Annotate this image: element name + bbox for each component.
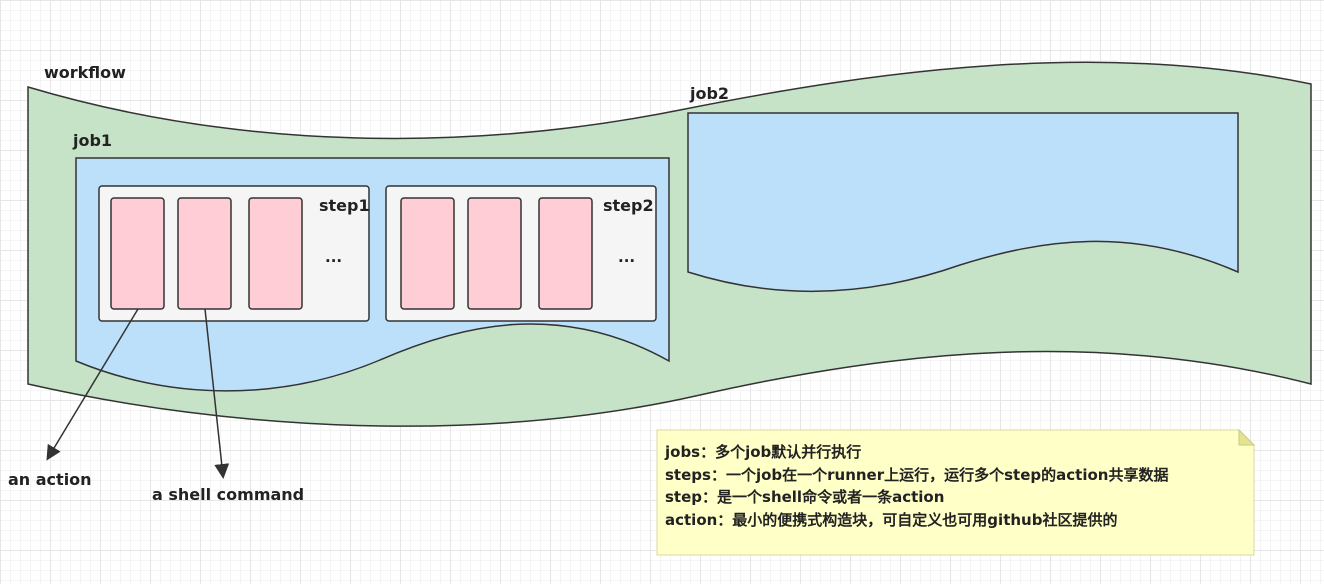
step1-item-box [248, 197, 303, 310]
note-corner-fold [1238, 428, 1256, 446]
workflow-diagram: workflow job1 step1 ... step2 ... job2 a… [8, 61, 1312, 556]
step1-action-box [110, 197, 165, 310]
note-line-action: action：最小的便携式构造块，可自定义也可用github社区提供的 [665, 511, 1117, 529]
step2-item-box-3 [538, 197, 593, 310]
workflow-label: workflow [44, 63, 126, 82]
shell-command-label: a shell command [152, 485, 304, 504]
note-line-jobs: jobs：多个job默认并行执行 [664, 443, 861, 461]
job1-label: job1 [72, 131, 112, 150]
step1-shell-box [177, 197, 232, 310]
note-line-steps: steps：一个job在一个runner上运行，运行多个step的action共… [665, 466, 1168, 484]
an-action-label: an action [8, 470, 92, 489]
job2-label: job2 [689, 84, 729, 103]
step2-item-box-2 [467, 197, 522, 310]
step2-item-box-1 [400, 197, 455, 310]
step1-label: step1 [319, 196, 370, 215]
note-line-step: step：是一个shell命令或者一条action [665, 488, 944, 506]
step1-ellipsis: ... [325, 248, 342, 266]
step2-ellipsis: ... [618, 248, 635, 266]
step2-label: step2 [603, 196, 654, 215]
